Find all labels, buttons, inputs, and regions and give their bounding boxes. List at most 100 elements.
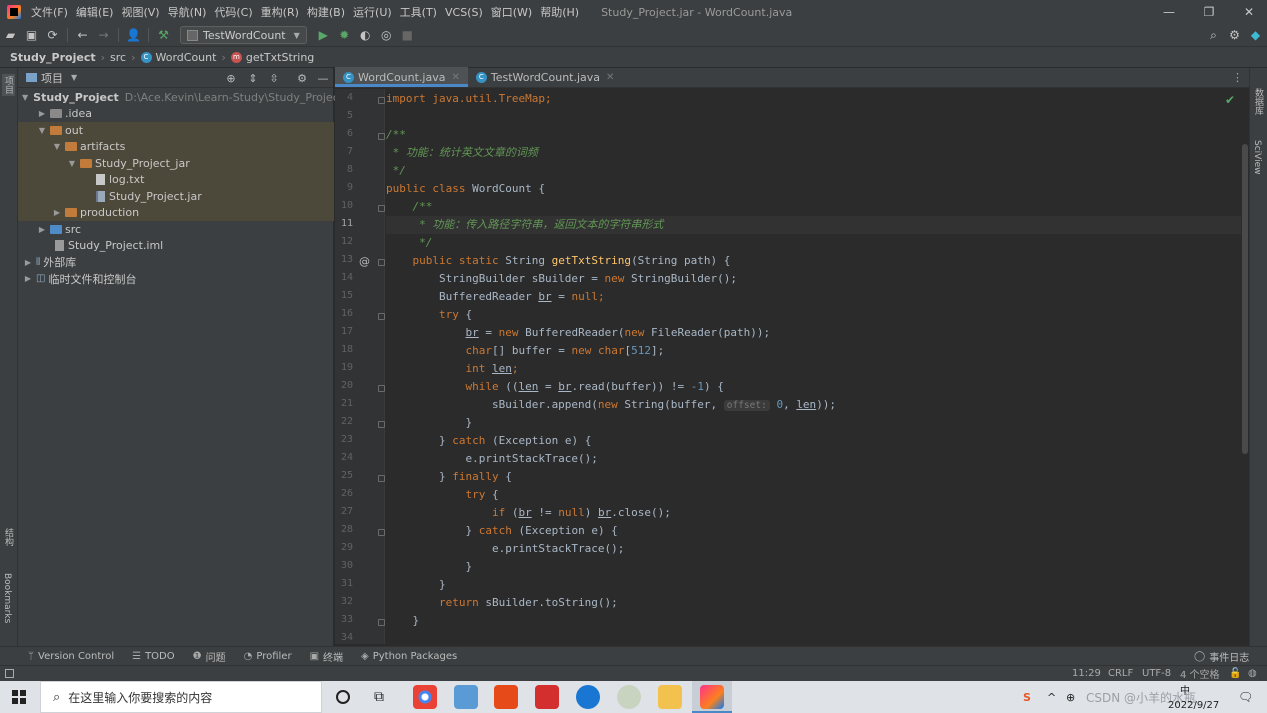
sciview-tool-button[interactable]: SciView	[1252, 140, 1262, 175]
search-icon[interactable]: ⌕	[1203, 25, 1224, 46]
taskbar-date[interactable]: 2022/9/27	[1168, 689, 1219, 713]
close-icon[interactable]: ✕	[451, 72, 459, 83]
tree-item-src[interactable]: ▶ src	[18, 221, 334, 238]
scrollbar-thumb[interactable]	[1242, 144, 1248, 454]
project-tool-button[interactable]: 项目	[2, 74, 15, 96]
line-separator[interactable]: CRLF	[1108, 668, 1133, 679]
python-packages-tool-button[interactable]: ◈ Python Packages	[361, 651, 457, 662]
sogou-input-icon[interactable]: S	[1023, 681, 1031, 713]
menu-view[interactable]: 视图(V)	[117, 4, 163, 20]
tray-overflow-icon[interactable]: ^	[1047, 681, 1056, 713]
fold-marker-icon[interactable]	[378, 475, 385, 482]
windows-start-icon[interactable]	[12, 690, 26, 704]
forward-arrow-icon[interactable]: →	[93, 25, 114, 46]
menu-navigate[interactable]: 导航(N)	[164, 4, 211, 20]
collapse-all-icon[interactable]: ⇳	[267, 71, 281, 85]
version-control-tool-button[interactable]: ᛘ Version Control	[28, 651, 114, 662]
close-icon[interactable]: ✕	[606, 72, 614, 83]
hide-panel-icon[interactable]: —	[316, 71, 330, 85]
terminal-tool-button[interactable]: ▣ 终端	[310, 649, 343, 664]
menu-run[interactable]: 运行(U)	[349, 4, 396, 20]
memory-indicator-icon[interactable]: ◍	[1248, 668, 1257, 679]
task-view-icon[interactable]: ⧉	[374, 689, 384, 705]
menu-code[interactable]: 代码(C)	[210, 4, 256, 20]
fold-marker-icon[interactable]	[378, 421, 385, 428]
chrome-taskbar-icon[interactable]	[413, 685, 437, 709]
sync-icon[interactable]: ⟳	[42, 25, 63, 46]
menu-refactor[interactable]: 重构(R)	[257, 4, 303, 20]
tree-item-out[interactable]: ▼ out	[18, 122, 334, 139]
back-arrow-icon[interactable]: ←	[72, 25, 93, 46]
structure-tool-button[interactable]: 结构	[2, 528, 15, 546]
fold-marker-icon[interactable]	[378, 205, 385, 212]
gear-icon[interactable]: ⚙	[295, 71, 309, 85]
coverage-icon[interactable]: ◐	[355, 25, 376, 46]
tree-item-artifacts[interactable]: ▼ artifacts	[18, 138, 334, 155]
minimize-button[interactable]: —	[1151, 0, 1187, 24]
close-button[interactable]: ✕	[1231, 0, 1267, 24]
menu-window[interactable]: 窗口(W)	[487, 4, 536, 20]
intellij-taskbar-button[interactable]	[692, 681, 732, 713]
tree-item-root[interactable]: ▼ Study_Project D:\Ace.Kevin\Learn-Study…	[18, 89, 343, 106]
breadcrumb-project[interactable]: Study_Project	[10, 51, 96, 64]
code-editor[interactable]: import java.util.TreeMap; /** * 功能：统计英文文…	[386, 89, 1241, 644]
menu-edit[interactable]: 编辑(E)	[72, 4, 118, 20]
tree-item-production[interactable]: ▶ production	[18, 204, 334, 221]
menu-tools[interactable]: 工具(T)	[396, 4, 441, 20]
todo-tool-button[interactable]: ☰ TODO	[132, 651, 175, 662]
tree-item-external-libraries[interactable]: ▶ ⫴ 外部库	[18, 254, 334, 271]
tab-wordcount[interactable]: C WordCount.java ✕	[335, 67, 468, 87]
profile-run-icon[interactable]: ◎	[376, 25, 397, 46]
caret-position[interactable]: 11:29	[1072, 668, 1101, 679]
run-play-icon[interactable]: ▶	[313, 25, 334, 46]
problems-tool-button[interactable]: ❶ 问题	[193, 649, 226, 664]
tree-item-study-project-jar-folder[interactable]: ▼ Study_Project_jar	[18, 155, 334, 172]
tree-item-scratches[interactable]: ▶ ◫ 临时文件和控制台	[18, 271, 334, 288]
open-folder-icon[interactable]: ▰	[0, 25, 21, 46]
menu-build[interactable]: 构建(B)	[303, 4, 349, 20]
fold-marker-icon[interactable]	[378, 133, 385, 140]
chevron-down-icon[interactable]: ▼	[71, 73, 77, 82]
debug-bug-icon[interactable]: ✹	[334, 25, 355, 46]
database-tool-button[interactable]: 数据库	[1252, 88, 1265, 115]
fold-marker-icon[interactable]	[378, 97, 385, 104]
file-encoding[interactable]: UTF-8	[1142, 668, 1171, 679]
save-all-icon[interactable]: ▣	[21, 25, 42, 46]
more-tabs-icon[interactable]: ⋮	[1232, 71, 1243, 84]
profiler-tool-button[interactable]: ◔ Profiler	[244, 651, 292, 662]
tab-testwordcount[interactable]: C TestWordCount.java ✕	[468, 67, 623, 87]
wps-taskbar-icon[interactable]	[535, 685, 559, 709]
tree-item-idea[interactable]: ▶ .idea	[18, 106, 334, 123]
bookmarks-tool-button[interactable]: Bookmarks	[2, 573, 12, 623]
run-configuration-select[interactable]: TestWordCount ▼	[180, 26, 307, 44]
editor-scrollbar[interactable]	[1241, 89, 1249, 644]
network-app-taskbar-icon[interactable]	[454, 685, 478, 709]
inspection-ok-check-icon[interactable]: ✔	[1225, 93, 1235, 107]
plugin-logo-icon[interactable]: ◆	[1245, 25, 1266, 46]
tree-item-log-txt[interactable]: log.txt	[18, 171, 334, 188]
taskbar-search-input[interactable]: ⌕ 在这里输入你要搜索的内容	[40, 681, 322, 713]
tree-item-iml[interactable]: Study_Project.iml	[18, 238, 334, 255]
event-log-tool-button[interactable]: ◯ 事件日志	[1194, 649, 1249, 664]
restore-button[interactable]: ❐	[1191, 0, 1227, 24]
fold-marker-icon[interactable]	[378, 259, 385, 266]
app-taskbar-icon[interactable]	[617, 685, 641, 709]
stop-icon[interactable]: ■	[397, 25, 418, 46]
user-account-icon[interactable]: 👤	[123, 25, 144, 46]
browser-taskbar-icon[interactable]	[576, 685, 600, 709]
expand-all-icon[interactable]: ⇕	[246, 71, 260, 85]
menu-file[interactable]: 文件(F)	[27, 4, 72, 20]
toggle-tool-windows-icon[interactable]	[5, 669, 14, 678]
locate-target-icon[interactable]: ⊕	[224, 71, 238, 85]
project-panel-title[interactable]: 项目	[41, 70, 63, 86]
override-marker-icon[interactable]: @	[359, 255, 370, 268]
cortana-circle-icon[interactable]	[336, 690, 350, 704]
breadcrumb-class[interactable]: C WordCount	[140, 51, 216, 64]
fold-marker-icon[interactable]	[378, 619, 385, 626]
fold-marker-icon[interactable]	[378, 385, 385, 392]
office-taskbar-icon[interactable]	[494, 685, 518, 709]
settings-gear-icon[interactable]: ⚙	[1224, 25, 1245, 46]
breadcrumb-method[interactable]: m getTxtString	[230, 51, 314, 64]
fold-marker-icon[interactable]	[378, 529, 385, 536]
notification-center-icon[interactable]: 🗨	[1238, 681, 1253, 713]
